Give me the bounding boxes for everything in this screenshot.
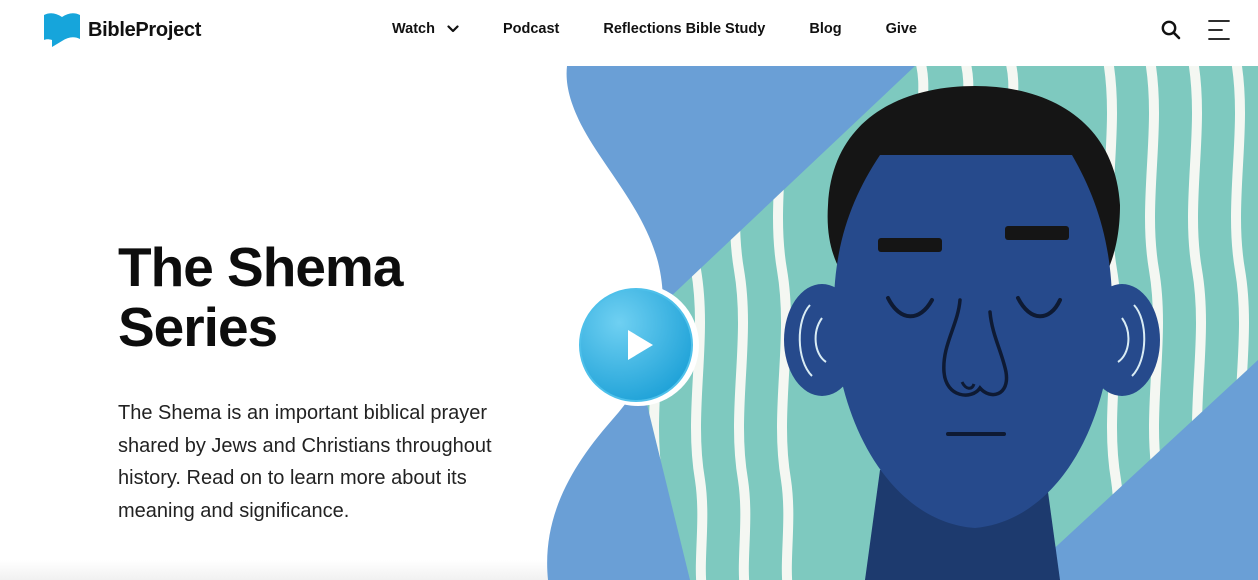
nav-item-podcast[interactable]: Podcast: [503, 21, 559, 37]
nav-item-reflections-label: Reflections Bible Study: [603, 21, 766, 37]
nav-item-give[interactable]: Give: [886, 21, 917, 37]
hamburger-menu-icon: [1208, 20, 1230, 40]
menu-button[interactable]: [1207, 19, 1231, 46]
play-video-button[interactable]: [577, 284, 702, 413]
main-nav: Watch Podcast Reflections Bible Study Bl…: [392, 21, 917, 37]
nav-item-watch[interactable]: Watch: [392, 21, 459, 37]
book-logo-icon: [44, 13, 80, 47]
page-title: The Shema Series: [118, 236, 403, 358]
bibleproject-logo[interactable]: BibleProject: [44, 13, 201, 47]
nav-item-watch-label: Watch: [392, 21, 435, 37]
chevron-down-icon: [447, 25, 459, 33]
logo-text: BibleProject: [88, 18, 202, 41]
play-icon: [577, 284, 699, 406]
search-button[interactable]: [1161, 20, 1181, 45]
nav-item-blog[interactable]: Blog: [809, 21, 841, 37]
nav-item-podcast-label: Podcast: [502, 21, 560, 37]
nav-item-give-label: Give: [885, 21, 917, 37]
site-header: BibleProject Watch Podcast Reflections B…: [0, 0, 1258, 60]
section-divider: [0, 560, 560, 580]
nav-item-reflections-bible-study[interactable]: Reflections Bible Study: [603, 21, 765, 37]
hero-description: The Shema is an important biblical praye…: [118, 402, 492, 522]
search-icon: [1161, 20, 1181, 40]
nav-item-blog-label: Blog: [809, 21, 842, 37]
